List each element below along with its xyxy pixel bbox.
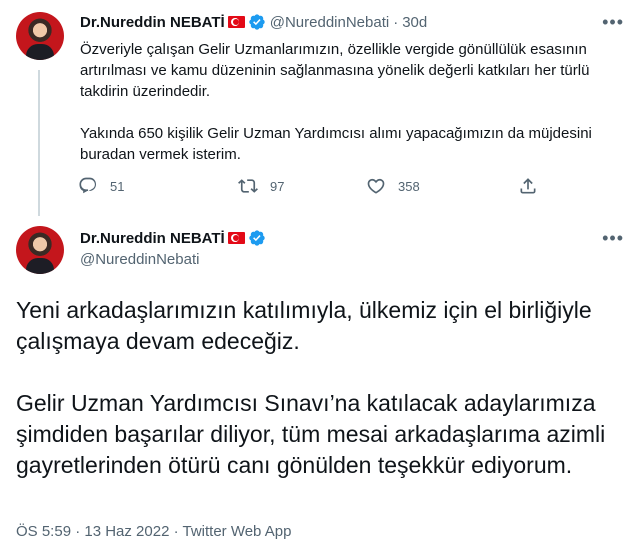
tweet-header: Dr.Nureddin NEBATİ — [80, 229, 266, 247]
tweet-time[interactable]: 30d — [402, 14, 427, 31]
reply-count: 51 — [110, 178, 125, 194]
like-button[interactable]: 358 — [366, 176, 420, 196]
verified-badge-icon — [248, 13, 266, 31]
retweet-icon — [238, 179, 258, 193]
avatar[interactable] — [16, 226, 64, 274]
tweet-text: Özveriyle çalışan Gelir Uzmanlarımızın, … — [80, 39, 626, 165]
separator-dot: · — [393, 13, 399, 31]
more-horizontal-icon[interactable]: ••• — [602, 13, 624, 31]
more-horizontal-icon[interactable]: ••• — [602, 229, 624, 247]
avatar[interactable] — [16, 12, 64, 60]
tweet-actions: 51 97 358 — [78, 176, 548, 200]
author-name[interactable]: Dr.Nureddin NEBATİ — [80, 14, 225, 31]
heart-icon — [367, 178, 385, 194]
retweet-button[interactable]: 97 — [238, 176, 284, 196]
turkey-flag-icon — [227, 16, 245, 28]
retweet-count: 97 — [270, 178, 285, 194]
author-handle[interactable]: @NureddinNebati — [80, 251, 199, 268]
reply-button[interactable]: 51 — [78, 176, 124, 196]
like-count: 358 — [398, 178, 420, 194]
tweet-header: Dr.Nureddin NEBATİ @NureddinNebati · 30d — [80, 13, 427, 31]
tweet-timestamp[interactable]: ÖS 5:59 · 13 Haz 2022 · Twitter Web App — [16, 523, 291, 540]
share-button[interactable] — [518, 176, 550, 196]
tweet-text: Yeni arkadaşlarımızın katılımıyla, ülkem… — [16, 295, 628, 481]
reply-icon — [79, 177, 97, 194]
turkey-flag-icon — [227, 232, 245, 244]
thread-connector-line — [38, 70, 40, 216]
tweet-paragraph: Gelir Uzman Yardımcısı Sınavı’na katılac… — [16, 390, 606, 478]
tweet-paragraph: Özveriyle çalışan Gelir Uzmanlarımızın, … — [80, 41, 590, 100]
author-handle[interactable]: @NureddinNebati — [270, 14, 389, 31]
author-name[interactable]: Dr.Nureddin NEBATİ — [80, 230, 225, 247]
tweet-paragraph: Yeni arkadaşlarımızın katılımıyla, ülkem… — [16, 297, 592, 354]
verified-badge-icon — [248, 229, 266, 247]
tweet-paragraph: Yakında 650 kişilik Gelir Uzman Yardımcı… — [80, 125, 592, 163]
share-icon — [520, 178, 536, 194]
